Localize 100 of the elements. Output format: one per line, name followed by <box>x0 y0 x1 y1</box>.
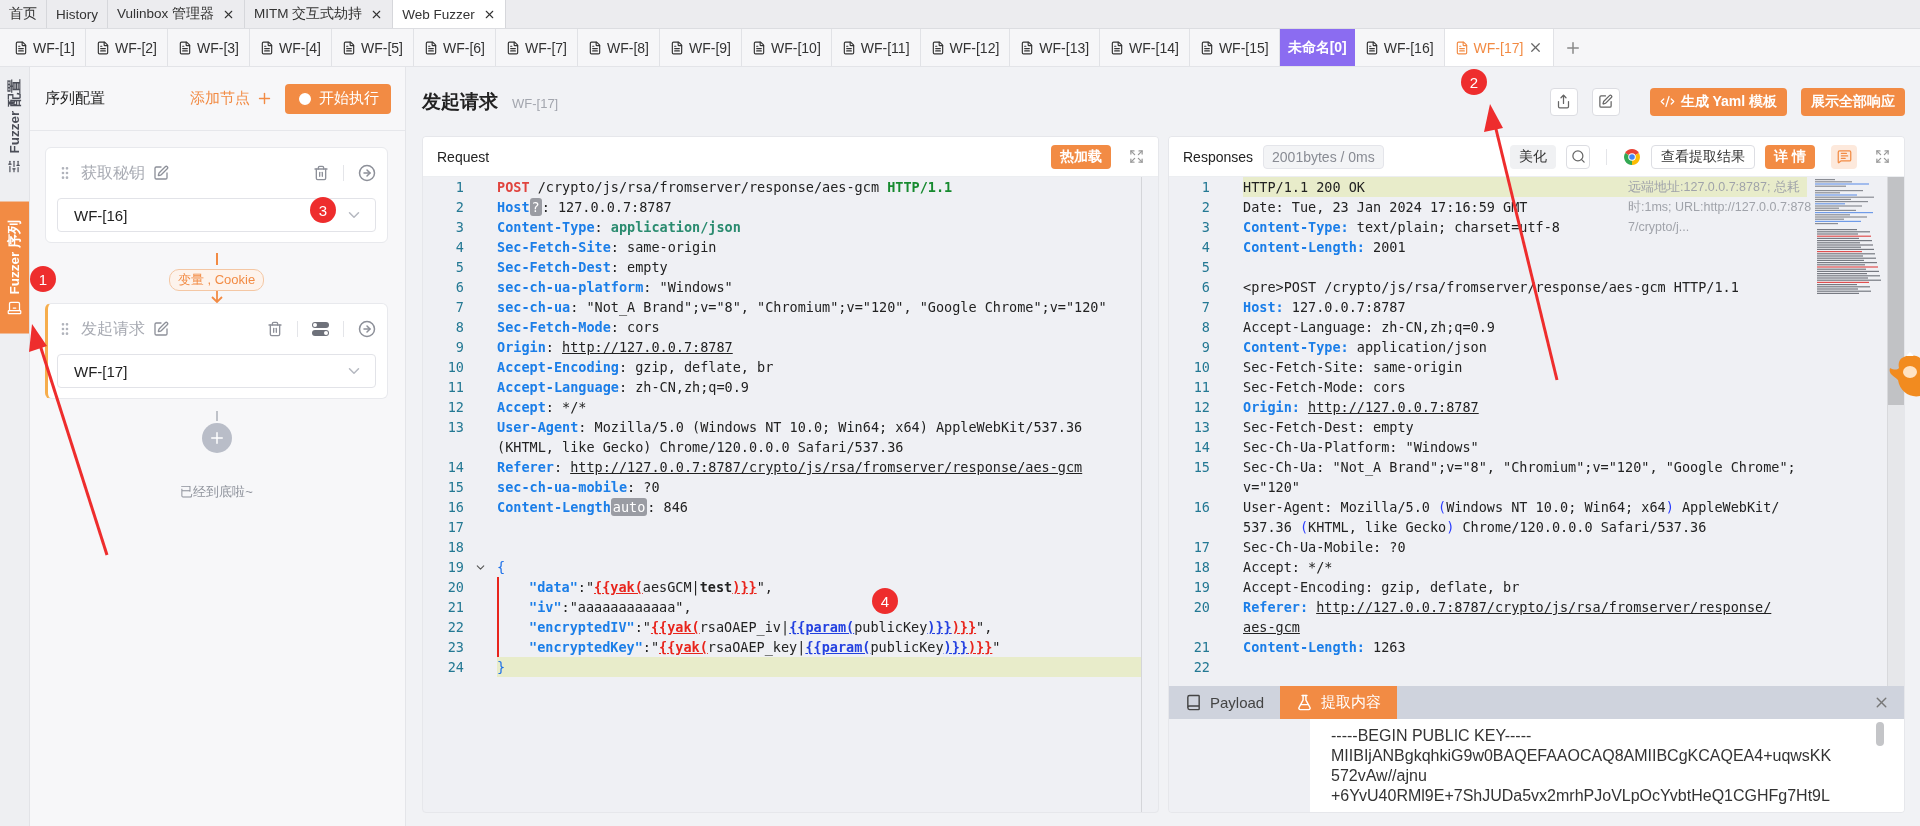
line-number: 21 <box>1192 638 1210 657</box>
line-number: 4 <box>454 238 464 257</box>
tab[interactable]: WF-[14] <box>1100 29 1190 66</box>
comment-button[interactable] <box>1831 144 1857 169</box>
tab[interactable]: WF-[15] <box>1189 29 1280 66</box>
view-extract-results-button[interactable]: 查看提取结果 <box>1651 144 1756 169</box>
document-icon <box>1110 40 1125 55</box>
line-number: 16 <box>446 498 464 517</box>
key-text-line: 572vAw//ajnu <box>1331 766 1428 786</box>
line-number: 22 <box>1192 658 1210 677</box>
document-icon <box>96 40 110 55</box>
side-tab[interactable]: Fuzzer 配置 <box>0 67 29 186</box>
code-line: (KHTML, like Gecko) Chrome/120.0.0.0 Safari/537.36 <box>497 438 904 457</box>
line-number: 5 <box>454 258 464 277</box>
add-node-button[interactable] <box>201 423 232 453</box>
arrow-circle-icon[interactable] <box>358 320 376 338</box>
line-number: 16 <box>1192 498 1210 517</box>
arrow-circle-icon[interactable] <box>358 164 376 182</box>
line-number: 6 <box>454 278 464 297</box>
scrollbar[interactable] <box>1887 177 1904 686</box>
tab-group-label[interactable]: 未命名[0] <box>1279 29 1355 66</box>
document-icon <box>1454 40 1469 55</box>
scrollbar-thumb[interactable] <box>1876 722 1884 746</box>
tab[interactable]: WF-[2] <box>86 29 168 66</box>
code-line: Accept-Language: zh-CN,zh;q=0.9 <box>497 378 749 397</box>
code-line: aes-gcm <box>1243 618 1300 637</box>
code-line: "iv":"aaaaaaaaaaaa", <box>529 598 692 617</box>
document-icon <box>1020 40 1035 55</box>
code-line: Origin: http://127.0.0.7:8787 <box>1243 398 1479 417</box>
code-line: Sec-Fetch-Site: same-origin <box>497 238 717 257</box>
tab[interactable]: WF-[7] <box>496 29 578 66</box>
beautify-button[interactable]: 美化 <box>1510 144 1557 169</box>
tab[interactable]: WF-[5] <box>332 29 414 66</box>
line-number: 3 <box>454 218 464 237</box>
tab[interactable]: WF-[3] <box>168 29 250 66</box>
search-icon <box>1570 149 1586 164</box>
document-icon <box>1199 40 1214 55</box>
tab[interactable]: 首页 <box>0 0 47 28</box>
tab[interactable]: Web Fuzzer <box>393 0 506 28</box>
line-number: 11 <box>446 378 464 397</box>
tab[interactable]: WF-[11] <box>831 29 921 66</box>
line-number: 9 <box>454 338 464 357</box>
search-button[interactable] <box>1566 144 1591 169</box>
document-icon <box>342 40 356 55</box>
plus-icon <box>256 90 273 107</box>
code-line: Content-Length: 1263 <box>1243 638 1406 657</box>
line-number: 10 <box>1192 358 1210 377</box>
tab[interactable]: Payload <box>1169 686 1281 719</box>
tab[interactable]: WF-[6] <box>414 29 496 66</box>
browser-icon[interactable] <box>1623 147 1642 166</box>
line-number: 22 <box>446 618 464 637</box>
line-number: 13 <box>446 418 464 437</box>
fullscreen-icon[interactable] <box>1129 149 1144 164</box>
tab[interactable]: WF-[4] <box>250 29 332 66</box>
code-line: Accept-Language: zh-CN,zh;q=0.9 <box>1243 318 1495 337</box>
edit-button[interactable] <box>1591 87 1620 116</box>
tab[interactable]: WF-[16] <box>1354 29 1445 66</box>
document-icon <box>178 40 192 55</box>
line-number: 4 <box>1200 238 1210 257</box>
tab[interactable]: WF-[9] <box>660 29 742 66</box>
trash-icon[interactable] <box>313 165 329 181</box>
trash-icon[interactable] <box>267 321 283 337</box>
document-icon <box>260 40 274 55</box>
line-number: 15 <box>446 478 464 497</box>
document-icon <box>930 40 945 55</box>
target-select[interactable]: WF-[17] <box>57 354 376 388</box>
line-number: 20 <box>1192 598 1210 617</box>
tab[interactable]: History <box>47 0 108 28</box>
tab[interactable]: WF-[10] <box>742 29 832 66</box>
code-line: User-Agent: Mozilla/5.0 (Windows NT 10.0; Win64; x64) AppleWebKit/ <box>1243 498 1780 517</box>
tab[interactable]: WF-[8] <box>578 29 660 66</box>
edit-icon[interactable] <box>153 165 169 181</box>
document-icon <box>752 40 766 55</box>
tab[interactable]: WF-[12] <box>920 29 1011 66</box>
line-number: 15 <box>1192 458 1210 477</box>
tab[interactable]: WF-[13] <box>1010 29 1101 66</box>
node-card[interactable]: 发起请求 WF-[17] <box>45 303 388 399</box>
code-line: "encryptedKey":"{{yak(rsaOAEP_key|{{param(publicKey)}})}}" <box>529 638 1001 657</box>
code-line: Accept-Encoding: gzip, deflate, br <box>1243 578 1520 597</box>
code-line: Host?: 127.0.0.7:8787 <box>497 197 672 217</box>
toggle-icon[interactable] <box>312 322 329 336</box>
line-number: 2 <box>1200 198 1210 217</box>
line-number: 19 <box>446 558 464 577</box>
line-number: 8 <box>1200 318 1210 337</box>
end-of-list-text: 已经到底啦~ <box>180 483 253 501</box>
code-line: Sec-Fetch-Mode: cors <box>497 318 660 337</box>
tab[interactable]: WF-[1] <box>4 29 86 66</box>
tab[interactable]: Vulinbox 管理器 <box>108 0 246 28</box>
share-button[interactable] <box>1549 87 1578 116</box>
code-line: HTTP/1.1 200 OK <box>1243 178 1365 197</box>
edit-icon[interactable] <box>153 321 169 337</box>
line-number: 13 <box>1192 418 1210 437</box>
code-line: Content-Type: application/json <box>497 218 741 237</box>
code-line: Sec-Fetch-Dest: empty <box>1243 418 1414 437</box>
code-icon <box>1659 94 1675 109</box>
code-line: Origin: http://127.0.0.7:8787 <box>497 338 733 357</box>
fullscreen-icon[interactable] <box>1875 149 1890 164</box>
share-icon <box>1556 94 1572 109</box>
line-number: 1 <box>1200 178 1210 197</box>
document-icon <box>841 40 856 55</box>
